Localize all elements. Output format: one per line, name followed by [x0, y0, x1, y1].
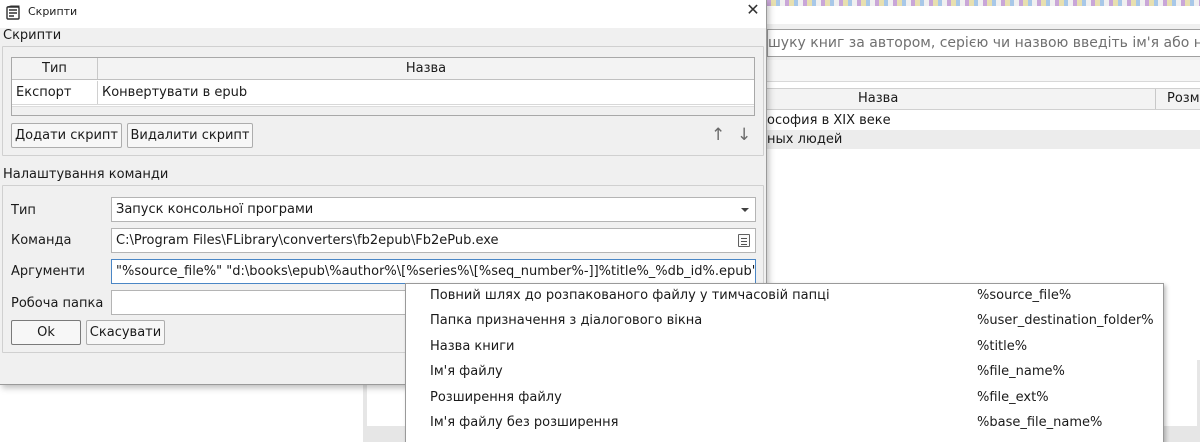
- menu-item-file-name[interactable]: Ім'я файлу %file_name%: [406, 360, 1163, 385]
- dialog-titlebar: Скрипти ✕: [0, 0, 766, 28]
- command-value: C:\Program Files\FLibrary\converters\fb2…: [116, 233, 499, 248]
- menu-item-description: Ім'я файлу: [430, 364, 503, 379]
- book-row[interactable]: ных людей: [767, 130, 1200, 149]
- move-up-icon[interactable]: ↑: [711, 126, 725, 144]
- book-row[interactable]: ософия в XIX веке: [767, 111, 1200, 130]
- scripts-table-header: Тип Назва: [12, 58, 754, 80]
- arguments-label: Аргументи: [11, 264, 85, 279]
- column-header-name[interactable]: Назва: [858, 91, 898, 106]
- browse-file-icon[interactable]: [738, 234, 750, 247]
- filter-row[interactable]: [767, 60, 1200, 82]
- chevron-down-icon: [741, 208, 749, 212]
- dialog-title: Скрипти: [28, 5, 78, 18]
- scripts-group-title: Скрипти: [3, 28, 62, 43]
- menu-item-description: Папка призначення з діалогового вікна: [430, 313, 703, 328]
- variables-popup-menu: Повний шлях до розпакованого файлу у тим…: [405, 283, 1164, 442]
- command-field[interactable]: C:\Program Files\FLibrary\converters\fb2…: [111, 228, 756, 253]
- move-down-icon[interactable]: ↓: [737, 126, 751, 144]
- menu-item-variable: %user_destination_folder%: [977, 313, 1154, 328]
- command-label: Команда: [11, 233, 72, 248]
- menu-item-title[interactable]: Назва книги %title%: [406, 335, 1163, 360]
- menu-item-description: Розширення файлу: [430, 390, 562, 405]
- toolbar-strip: [767, 0, 1200, 6]
- arguments-field[interactable]: "%source_file%" "d:\books\epub\%author%\…: [111, 259, 756, 284]
- menu-item-variable: %base_file_name%: [977, 415, 1103, 430]
- menu-item-description: Ім'я файлу без розширення: [430, 415, 619, 430]
- script-type-cell[interactable]: Експорт: [12, 81, 98, 104]
- table-row[interactable]: Експорт Конвертувати в epub: [12, 81, 754, 105]
- command-group-title: Налаштування команди: [3, 167, 169, 182]
- type-label: Тип: [11, 203, 36, 218]
- column-header-type[interactable]: Тип: [12, 58, 98, 79]
- app-icon: [6, 5, 20, 20]
- delete-script-button[interactable]: Видалити скрипт: [127, 123, 253, 148]
- menu-item-variable: %source_file%: [977, 288, 1072, 303]
- scripts-table[interactable]: Тип Назва Експорт Конвертувати в epub: [11, 57, 755, 116]
- working-folder-field[interactable]: [111, 290, 406, 315]
- menu-item-file-ext[interactable]: Розширення файлу %file_ext%: [406, 386, 1163, 411]
- script-name-cell[interactable]: Конвертувати в epub: [98, 81, 754, 104]
- menu-item-base-file-name[interactable]: Ім'я файлу без розширення %base_file_nam…: [406, 411, 1163, 436]
- menu-item-variable: %file_name%: [977, 364, 1065, 379]
- menu-item-description: Повний шлях до розпакованого файлу у тим…: [430, 288, 830, 303]
- horizontal-scrollbar[interactable]: [12, 106, 754, 115]
- menu-item-variable: %file_ext%: [977, 390, 1049, 405]
- menu-item-description: Назва книги: [430, 339, 515, 354]
- column-header-size[interactable]: Розм: [1167, 91, 1200, 106]
- command-type-select[interactable]: Запуск консольної програми: [111, 197, 756, 222]
- cancel-button[interactable]: Скасувати: [86, 320, 165, 345]
- menu-item-variable: %title%: [977, 339, 1028, 354]
- menu-item-source-file[interactable]: Повний шлях до розпакованого файлу у тим…: [406, 284, 1163, 309]
- menu-item-user-destination-folder[interactable]: Папка призначення з діалогового вікна %u…: [406, 309, 1163, 334]
- books-table-header: [767, 88, 1200, 110]
- arguments-value: "%source_file%" "d:\books\epub\%author%\…: [116, 264, 756, 279]
- search-input[interactable]: шуку книг за автором, серією чи назвою в…: [767, 29, 1200, 57]
- column-divider: [1155, 89, 1156, 109]
- ok-button[interactable]: Ok: [11, 320, 81, 345]
- column-header-name[interactable]: Назва: [98, 58, 754, 79]
- close-icon[interactable]: ✕: [740, 0, 766, 22]
- working-folder-label: Робоча папка: [11, 296, 104, 311]
- add-script-button[interactable]: Додати скрипт: [11, 123, 122, 148]
- command-type-value: Запуск консольної програми: [116, 202, 314, 217]
